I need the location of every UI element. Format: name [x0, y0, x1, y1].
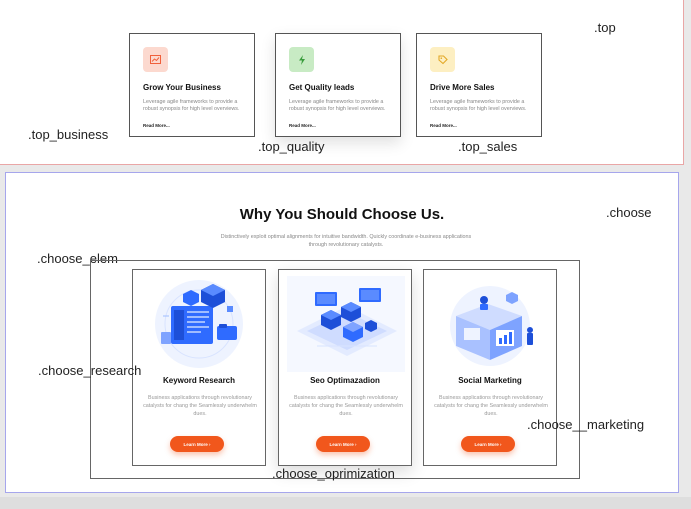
top-quality-title: Get Quality leads — [289, 83, 355, 92]
top-quality-read-more-link[interactable]: Read More... — [289, 123, 316, 128]
choose-section: .choose .choose_elem Why You Should Choo… — [5, 172, 679, 493]
keyword-research-card: Keyword Research Business applications t… — [132, 269, 266, 466]
top-business-label: .top_business — [28, 127, 109, 142]
top-quality-text: Leverage agile frameworks to provide a r… — [289, 99, 386, 112]
chart-icon — [143, 47, 168, 72]
top-sales-card: Drive More Sales Leverage agile framewor… — [416, 33, 542, 137]
bottom-strip — [0, 497, 691, 509]
top-quality-card: Get Quality leads Leverage agile framewo… — [275, 33, 401, 137]
social-marketing-text: Business applications through revolution… — [434, 395, 548, 417]
top-sales-read-more-link[interactable]: Read More... — [430, 123, 457, 128]
top-sales-text: Leverage agile frameworks to provide a r… — [430, 99, 527, 112]
choose-subtitle: Distinctively exploit optimal alignments… — [220, 234, 472, 248]
seo-optimization-title: Seo Optimazadion — [310, 376, 380, 385]
seo-optimization-learn-more-button[interactable]: Learn More › — [316, 436, 370, 452]
top-business-read-more-link[interactable]: Read More... — [143, 123, 170, 128]
social-marketing-title: Social Marketing — [458, 376, 522, 385]
top-section-label: .top — [594, 20, 616, 35]
top-business-title: Grow Your Business — [143, 83, 221, 92]
seo-optimization-card: Seo Optimazadion Business applications t… — [278, 269, 412, 466]
top-quality-label: .top_quality — [258, 139, 325, 154]
top-business-text: Leverage agile frameworks to provide a r… — [143, 99, 240, 112]
social-marketing-card: Social Marketing Business applications t… — [423, 269, 557, 466]
seo-optimization-text: Business applications through revolution… — [289, 395, 403, 417]
seo-optimization-illustration — [287, 276, 405, 372]
top-sales-label: .top_sales — [458, 139, 518, 154]
top-section: .top Grow Your Business Leverage agile f… — [0, 0, 684, 165]
social-marketing-learn-more-button[interactable]: Learn More › — [461, 436, 515, 452]
choose-marketing-label: .choose__marketing — [527, 417, 645, 432]
keyword-research-title: Keyword Research — [162, 376, 236, 385]
tag-icon — [430, 47, 455, 72]
choose-title: Why You Should Choose Us. — [239, 206, 445, 223]
keyword-research-illustration — [141, 276, 259, 372]
keyword-research-text: Business applications through revolution… — [143, 395, 257, 417]
top-business-card: Grow Your Business Leverage agile framew… — [129, 33, 255, 137]
bolt-icon — [289, 47, 314, 72]
choose-optimization-label: .choose_oprimization — [272, 466, 395, 481]
choose-research-label: .choose_research — [38, 363, 142, 378]
top-sales-title: Drive More Sales — [430, 83, 495, 92]
social-marketing-illustration — [432, 276, 550, 372]
keyword-research-learn-more-button[interactable]: Learn More › — [170, 436, 224, 452]
